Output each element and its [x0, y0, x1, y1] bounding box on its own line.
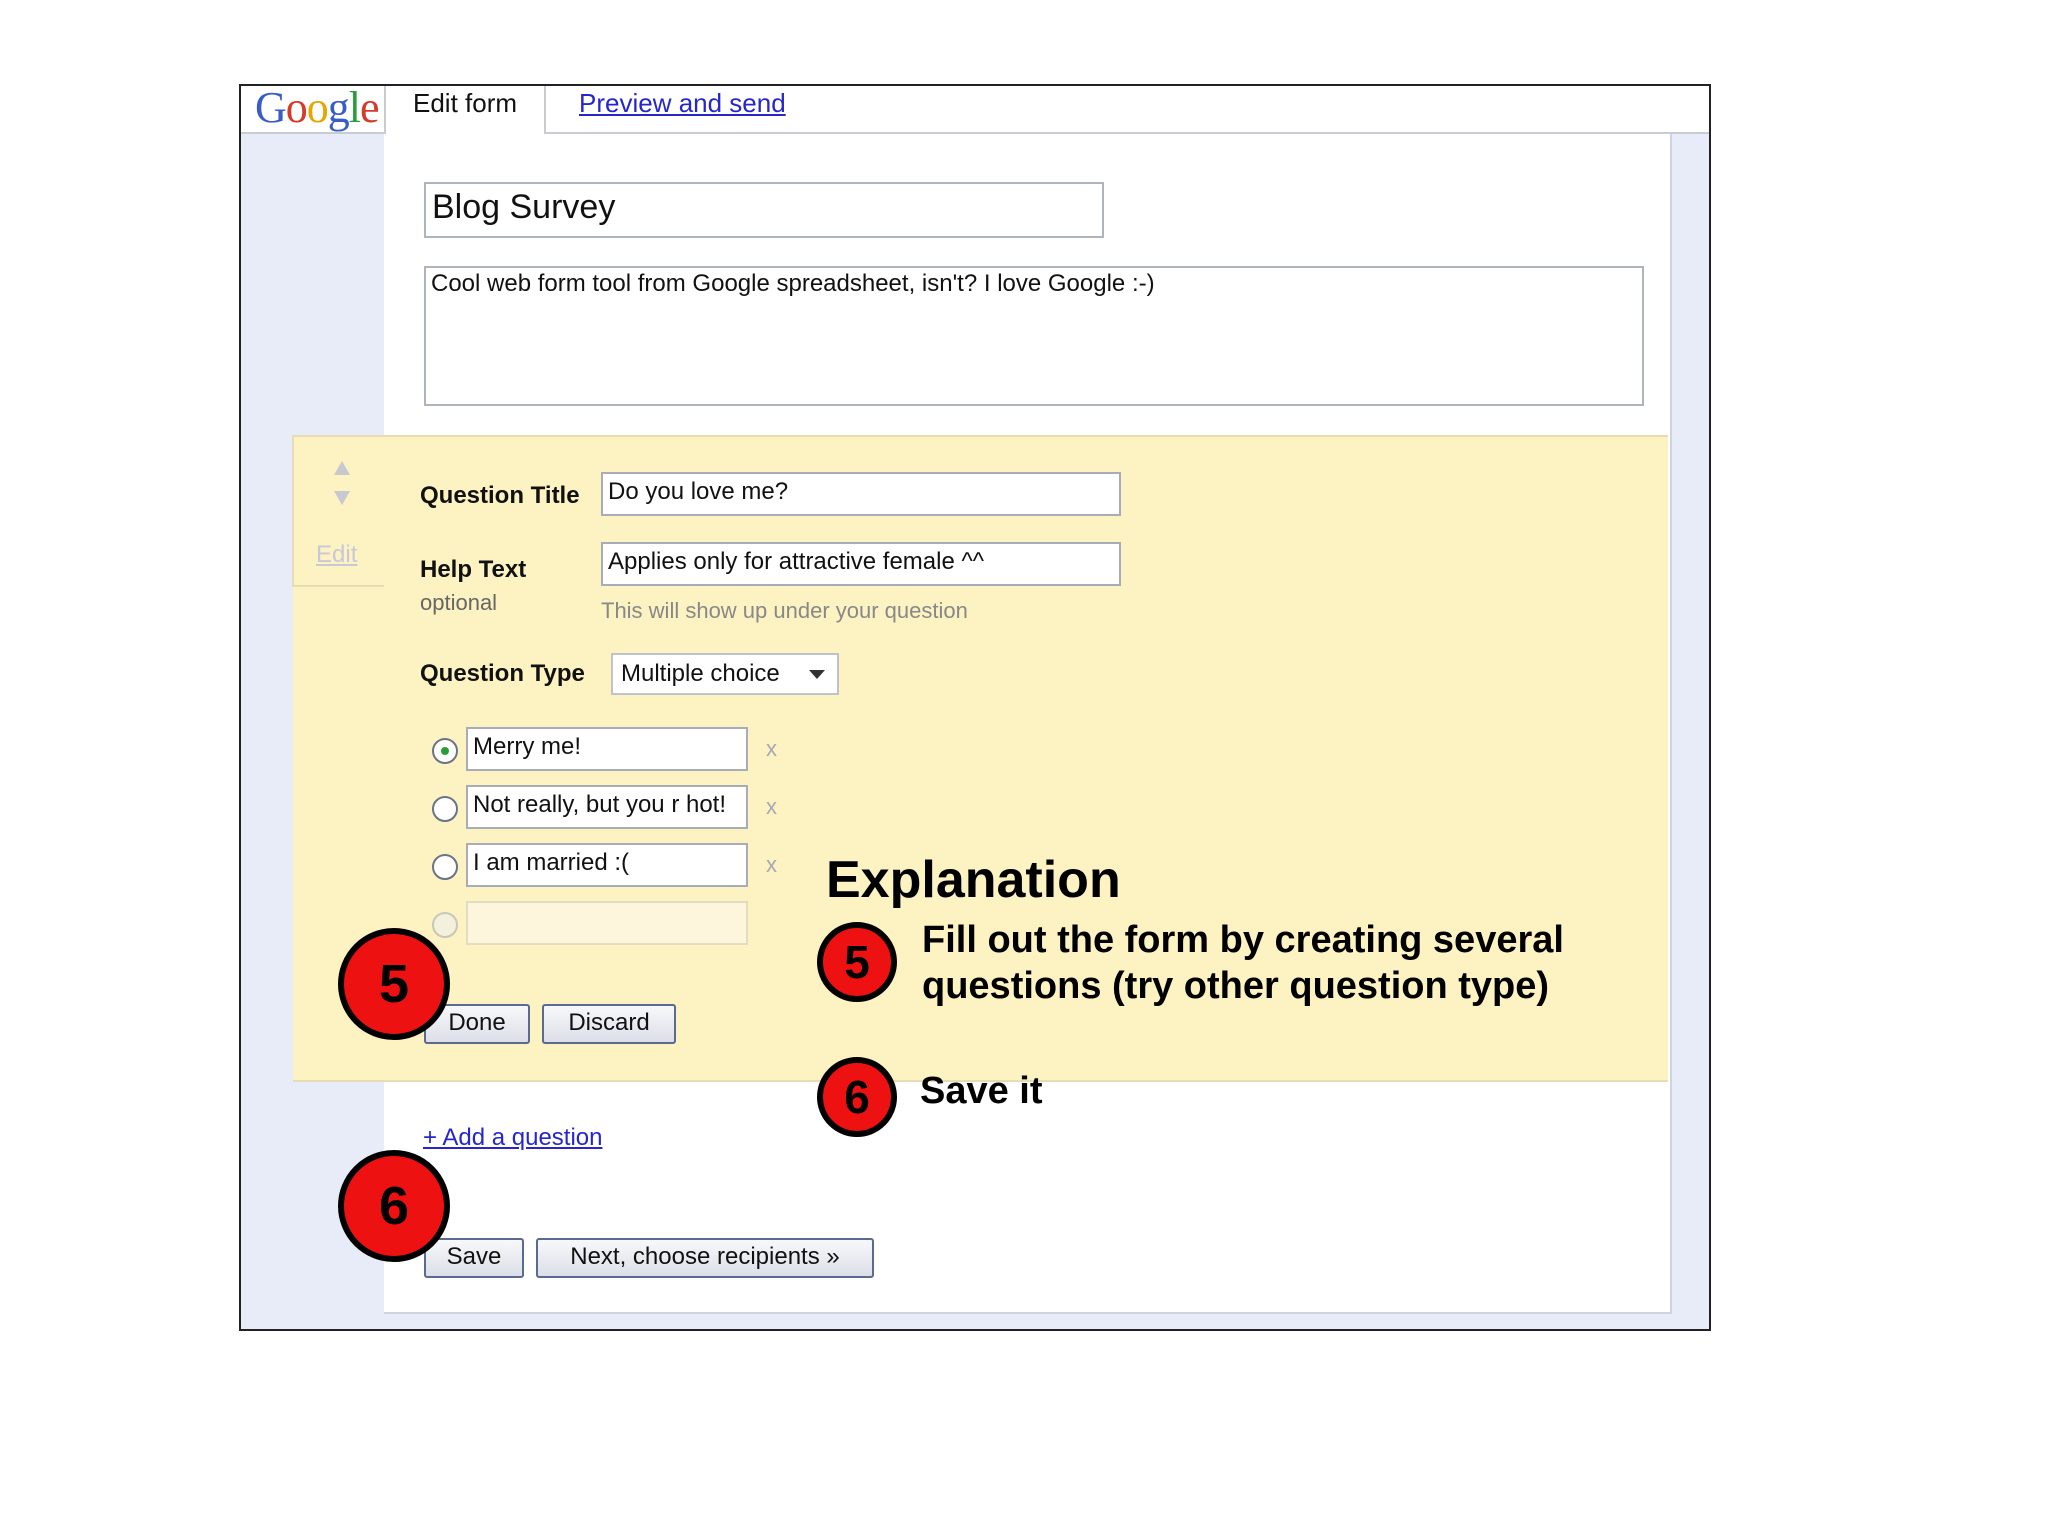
explanation-step-6-badge: 6 [817, 1057, 897, 1137]
form-description-input[interactable]: Cool web form tool from Google spreadshe… [424, 266, 1644, 406]
remove-option-icon[interactable]: x [766, 794, 777, 820]
option-radio-3[interactable] [432, 854, 458, 880]
question-title-input[interactable]: Do you love me? [601, 472, 1121, 516]
add-question-link[interactable]: + Add a question [423, 1124, 602, 1152]
tab-preview-and-send[interactable]: Preview and send [579, 86, 786, 120]
question-type-select[interactable]: Multiple choice [611, 653, 839, 695]
help-text-label: Help Text [420, 556, 527, 583]
step-5-badge: 5 [338, 928, 450, 1040]
option-input-new[interactable] [466, 901, 748, 945]
chevron-down-icon [809, 670, 825, 679]
help-text-input[interactable]: Applies only for attractive female ^^ [601, 542, 1121, 586]
logo-letter: e [360, 83, 380, 132]
logo-letter: o [306, 83, 329, 132]
move-down-icon[interactable] [334, 491, 350, 505]
google-logo: Google [255, 82, 380, 133]
help-text-hint: This will show up under your question [601, 598, 968, 623]
remove-option-icon[interactable]: x [766, 852, 777, 878]
move-up-icon[interactable] [334, 461, 350, 475]
option-input-3[interactable]: I am married :( [466, 843, 748, 887]
option-input-1[interactable]: Merry me! [466, 727, 748, 771]
explanation-step-6-text: Save it [920, 1070, 1043, 1112]
question-type-label: Question Type [420, 660, 585, 687]
remove-option-icon[interactable]: x [766, 736, 777, 762]
logo-letter: g [327, 83, 350, 132]
explanation-step-5-line2: questions (try other question type) [922, 965, 1550, 1007]
help-text-optional: optional [420, 590, 498, 615]
logo-letter: G [255, 83, 287, 132]
explanation-title: Explanation [826, 851, 1121, 909]
logo-letter: o [285, 83, 308, 132]
edit-question-link[interactable]: Edit [316, 541, 357, 569]
question-title-label: Question Title [420, 482, 580, 509]
tab-edit-form[interactable]: Edit form [384, 86, 546, 136]
top-bar: Google Edit form Preview and send [241, 83, 1709, 136]
option-radio-new[interactable] [432, 912, 458, 938]
option-radio-1[interactable] [432, 738, 458, 764]
question-type-value: Multiple choice [621, 660, 780, 687]
explanation-step-5-line1: Fill out the form by creating several [922, 919, 1564, 961]
option-radio-2[interactable] [432, 796, 458, 822]
form-title-input[interactable]: Blog Survey [424, 182, 1104, 238]
question-handle: Edit [292, 435, 384, 587]
logo-letter: l [348, 83, 361, 132]
save-button[interactable]: Save [424, 1238, 524, 1278]
option-input-2[interactable]: Not really, but you r hot! [466, 785, 748, 829]
step-6-badge: 6 [338, 1150, 450, 1262]
next-choose-recipients-button[interactable]: Next, choose recipients » [536, 1238, 874, 1278]
explanation-step-5-badge: 5 [817, 922, 897, 1002]
discard-button[interactable]: Discard [542, 1004, 676, 1044]
